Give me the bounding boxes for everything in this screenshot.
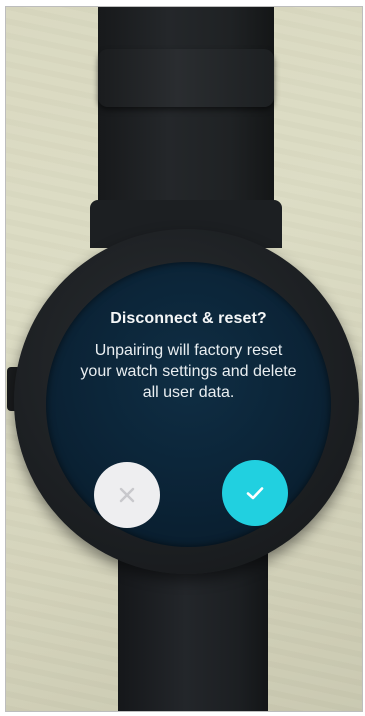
dialog-message: Unpairing will factory reset your watch … xyxy=(80,342,297,401)
watch-screen: Disconnect & reset? Unpairing will facto… xyxy=(46,262,331,547)
strap-keeper-band xyxy=(98,49,274,107)
watch-photo: Disconnect & reset? Unpairing will facto… xyxy=(5,6,363,712)
confirm-button[interactable] xyxy=(222,460,288,526)
dialog-title: Disconnect & reset? xyxy=(110,310,267,327)
check-icon xyxy=(246,487,264,500)
watch-strap-top xyxy=(98,7,274,222)
cancel-button[interactable] xyxy=(94,462,160,528)
close-icon xyxy=(119,487,135,503)
